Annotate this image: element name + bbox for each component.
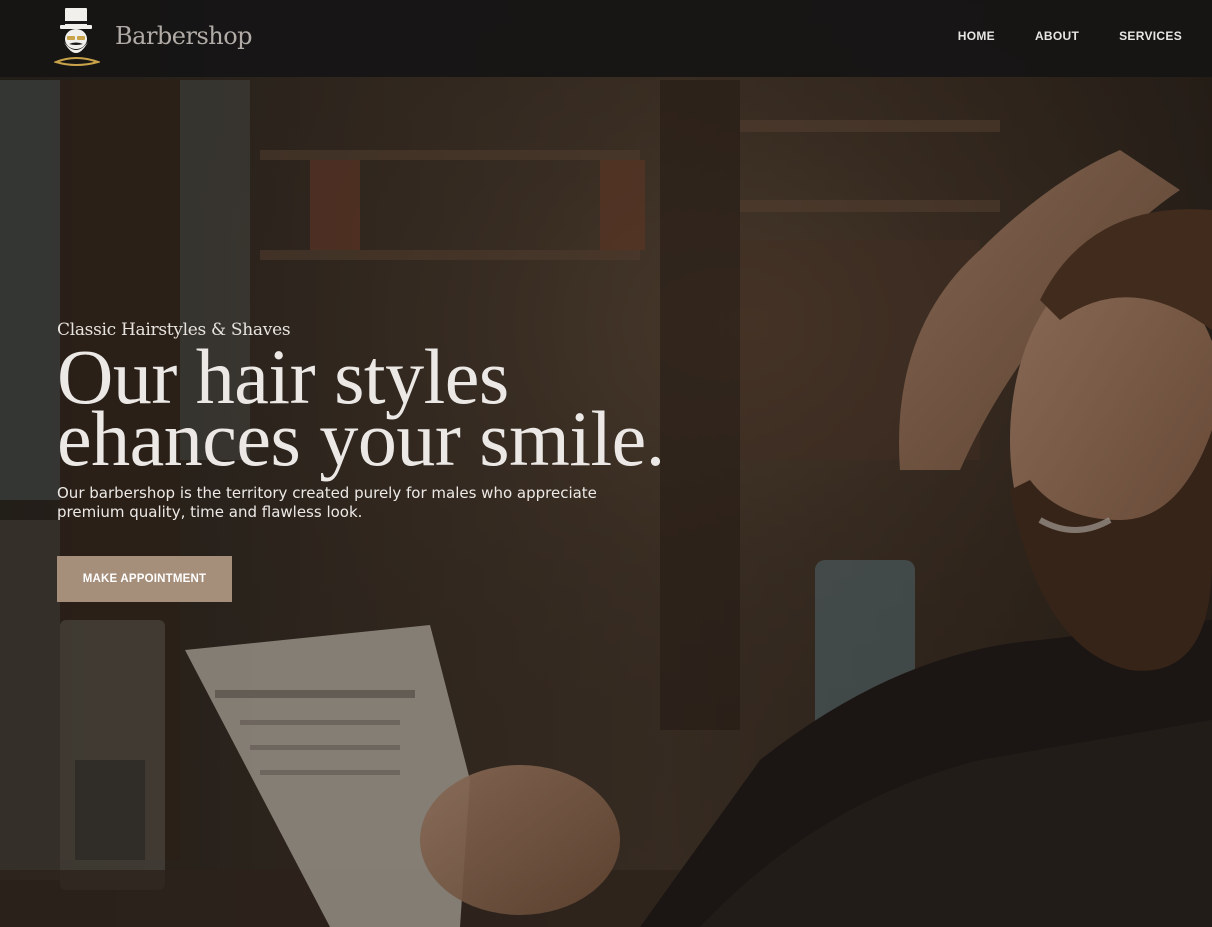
hero-headline-line-2: ehances your smile. [57, 395, 665, 482]
navbar: Barbershop HOME ABOUT SERVICES [0, 0, 1212, 77]
make-appointment-button[interactable]: MAKE APPOINTMENT [57, 556, 232, 602]
hero-section: Classic Hairstyles & Shaves Our hair sty… [0, 0, 1212, 927]
hero-headline: Our hair styles ehances your smile. [57, 338, 757, 482]
barber-gentleman-logo-icon[interactable] [54, 6, 100, 70]
hero-description: Our barbershop is the territory created … [57, 484, 597, 521]
nav-link-about[interactable]: ABOUT [1035, 29, 1079, 43]
main-nav: HOME ABOUT SERVICES [958, 29, 1182, 43]
hero-content: Classic Hairstyles & Shaves Our hair sty… [57, 320, 757, 602]
brand-name[interactable]: Barbershop [115, 22, 253, 50]
nav-link-home[interactable]: HOME [958, 29, 995, 43]
nav-link-services[interactable]: SERVICES [1119, 29, 1182, 43]
